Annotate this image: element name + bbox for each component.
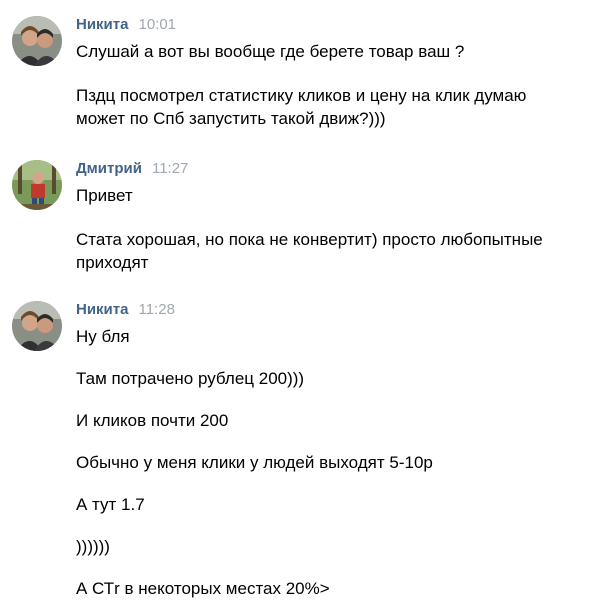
message-text: Обычно у меня клики у людей выходят 5-10… bbox=[76, 453, 433, 472]
message-time[interactable]: 11:28 bbox=[138, 301, 174, 318]
message-text: Стата хорошая, но пока не конвертит) про… bbox=[76, 230, 543, 249]
message-text: А тут 1.7 bbox=[76, 495, 145, 514]
user-avatar-photo-icon bbox=[12, 160, 62, 210]
avatar-dmitry[interactable] bbox=[12, 160, 62, 210]
avatar-nikita[interactable] bbox=[12, 301, 62, 351]
message-text: Ну бля bbox=[76, 327, 130, 346]
message-text: может по Спб запустить такой движ?))) bbox=[76, 109, 386, 128]
author-name[interactable]: Никита bbox=[76, 16, 128, 33]
message-time[interactable]: 10:01 bbox=[138, 16, 176, 33]
message-text: )))))) bbox=[76, 537, 110, 556]
message-text: И кликов почти 200 bbox=[76, 411, 229, 430]
message-text: Привет bbox=[76, 186, 133, 205]
message-text: Слушай а вот вы вообще где берете товар … bbox=[76, 42, 465, 61]
author-name[interactable]: Никита bbox=[76, 301, 128, 318]
message-text: А СТr в некоторых местах 20%> bbox=[76, 579, 330, 598]
message-header: Никита 11:28 bbox=[76, 301, 175, 321]
author-name[interactable]: Дмитрий bbox=[76, 160, 142, 177]
avatar-nikita[interactable] bbox=[12, 16, 62, 66]
message-text: Пздц посмотрел статистику кликов и цену … bbox=[76, 86, 527, 105]
message-header: Дмитрий 11:27 bbox=[76, 160, 188, 180]
message-text: приходят bbox=[76, 253, 149, 272]
message-time[interactable]: 11:27 bbox=[152, 160, 188, 177]
user-avatar-photo-icon bbox=[12, 16, 62, 66]
message-text: Там потрачено рублец 200))) bbox=[76, 369, 305, 388]
chat-history: Никита 10:01 Слушай а вот вы вообще где б… bbox=[0, 0, 603, 611]
message-header: Никита 10:01 bbox=[76, 16, 176, 36]
user-avatar-photo-icon bbox=[12, 301, 62, 351]
